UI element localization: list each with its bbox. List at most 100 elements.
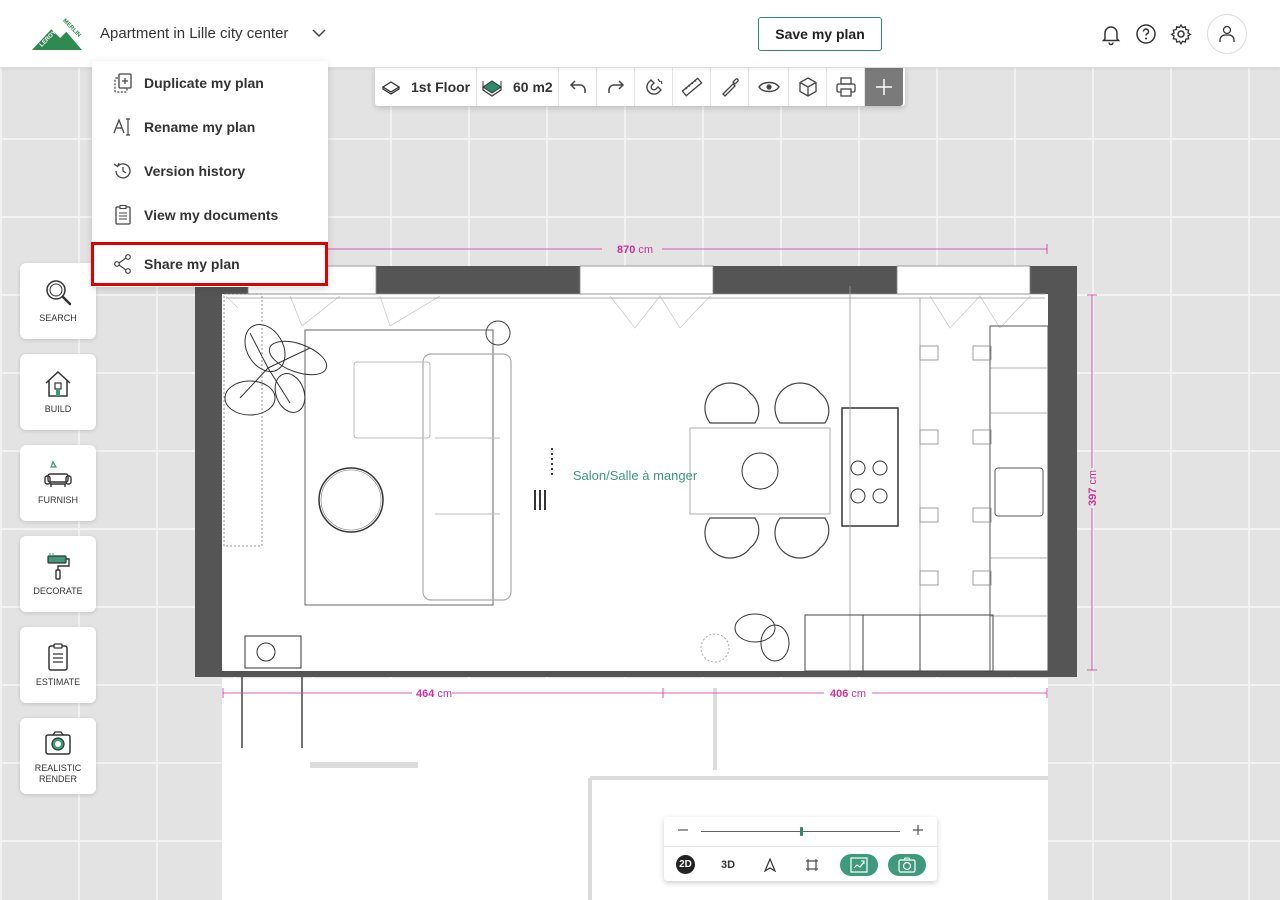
floor-icon	[381, 81, 401, 95]
menu-item-documents[interactable]: View my documents	[92, 193, 328, 237]
bell-icon[interactable]	[1099, 22, 1123, 46]
plan-options-menu: Duplicate my plan Rename my plan Version…	[91, 61, 328, 287]
eyedropper-button[interactable]	[711, 68, 749, 106]
rename-icon	[113, 118, 130, 136]
plus-icon	[876, 79, 892, 95]
clipboard-icon	[48, 643, 68, 671]
sofa-icon	[44, 460, 72, 487]
sidebar-decorate[interactable]: DECORATE	[20, 536, 96, 612]
plan-toolbar: 1st Floor 60 m2	[375, 68, 905, 106]
print-icon	[835, 77, 856, 97]
view-2d-button[interactable]: 2D	[676, 855, 695, 874]
window-3[interactable]	[896, 265, 1031, 295]
undo-button[interactable]	[559, 68, 597, 106]
sidebar-label-line1: REALISTIC	[34, 762, 82, 773]
sidebar-realistic-render[interactable]: REALISTIC RENDER	[20, 718, 96, 794]
sidebar-label: DECORATE	[33, 586, 83, 596]
zoom-in-button[interactable]	[909, 823, 927, 841]
sidebar-label: BUILD	[44, 404, 72, 414]
menu-item-label: Duplicate my plan	[144, 75, 264, 91]
area-icon	[482, 80, 502, 97]
leroy-merlin-logo[interactable]: LEROY MERLIN	[32, 16, 82, 50]
compass-arrow-icon	[763, 858, 777, 872]
dimension-right-value: 397	[1087, 488, 1099, 506]
visibility-button[interactable]	[749, 68, 789, 106]
area-display[interactable]: 60 m2	[477, 68, 559, 106]
magnet-icon	[645, 78, 663, 95]
dimension-bottom-left: 464 cm	[416, 688, 452, 700]
dimension-top-value: 870	[617, 244, 635, 256]
camera-icon	[45, 730, 71, 755]
fit-frame-icon	[806, 859, 818, 871]
ruler-icon	[680, 77, 703, 97]
room-label[interactable]: Salon/Salle à manger	[573, 468, 698, 483]
zoom-slider-thumb[interactable]	[799, 827, 803, 836]
app-header: LEROY MERLIN Apartment in Lille city cen…	[0, 0, 1280, 68]
photo-button[interactable]	[888, 854, 926, 876]
dimension-top: 870 cm	[617, 244, 653, 256]
house-icon	[45, 370, 71, 397]
floor-label: 1st Floor	[411, 79, 471, 95]
dimension-bottom-right-value: 406	[830, 688, 848, 700]
menu-item-share[interactable]: Share my plan	[91, 242, 328, 286]
documents-icon	[115, 204, 131, 225]
menu-item-label: Share my plan	[144, 256, 240, 272]
zoom-slider[interactable]	[701, 827, 900, 836]
menu-item-label: Rename my plan	[144, 119, 256, 135]
sidebar-estimate[interactable]: ESTIMATE	[20, 627, 96, 703]
sidebar-label: SEARCH	[39, 313, 77, 323]
menu-item-version-history[interactable]: Version history	[92, 149, 328, 193]
north-arrow-button[interactable]	[760, 854, 780, 876]
sidebar-label: REALISTIC RENDER	[35, 763, 82, 785]
floor-selector[interactable]: 1st Floor	[375, 68, 477, 106]
history-icon	[113, 162, 131, 179]
sidebar-furnish[interactable]: FURNISH	[20, 445, 96, 521]
zoom-out-button[interactable]	[674, 823, 692, 841]
sidebar-label: ESTIMATE	[35, 677, 81, 687]
menu-item-label: View my documents	[144, 207, 279, 223]
paint-roller-icon	[47, 553, 70, 580]
chevron-down-icon[interactable]	[310, 24, 328, 42]
magnet-button[interactable]	[635, 68, 673, 106]
floor-plan[interactable]: Salon/Salle à manger 870 cm 464 cm 406 c…	[190, 238, 1110, 900]
user-icon	[1219, 25, 1235, 42]
cube-icon	[798, 77, 817, 97]
settings-gear-icon[interactable]	[1169, 22, 1193, 46]
share-icon	[114, 254, 131, 274]
print-button[interactable]	[827, 68, 865, 106]
view-controls-panel: 2D 3D	[664, 817, 937, 881]
camera-icon	[898, 857, 916, 873]
view-3d-button[interactable]: 3D	[718, 854, 738, 876]
plan-title[interactable]: Apartment in Lille city center	[100, 25, 288, 42]
add-button[interactable]	[865, 68, 903, 106]
sidebar-label-line2: RENDER	[38, 773, 77, 784]
dimension-right-unit: cm	[1087, 470, 1099, 485]
ruler-button[interactable]	[673, 68, 711, 106]
dimension-bottom-left-value: 464	[416, 688, 435, 700]
eye-icon	[757, 81, 780, 93]
image-expand-icon	[850, 857, 868, 873]
save-plan-button[interactable]: Save my plan	[758, 17, 882, 51]
screenshot-button[interactable]	[840, 854, 878, 876]
eyedropper-icon	[721, 78, 739, 97]
3d-object-button[interactable]	[789, 68, 827, 106]
menu-item-label: Version history	[144, 163, 246, 179]
dimension-right: 397 cm	[1087, 470, 1099, 506]
menu-item-duplicate[interactable]: Duplicate my plan	[92, 61, 328, 105]
undo-icon	[569, 80, 586, 93]
menu-item-rename[interactable]: Rename my plan	[92, 105, 328, 149]
duplicate-icon	[114, 73, 132, 93]
redo-button[interactable]	[597, 68, 635, 106]
zoom-row	[664, 817, 937, 847]
redo-icon	[607, 80, 624, 93]
window-2[interactable]	[579, 265, 714, 295]
help-icon[interactable]	[1134, 22, 1158, 46]
minus-icon	[678, 829, 688, 831]
dimension-top-unit: cm	[638, 244, 653, 256]
plus-icon	[913, 825, 923, 835]
sidebar-label: FURNISH	[38, 495, 78, 505]
sidebar-search[interactable]: SEARCH	[20, 263, 96, 339]
sidebar-build[interactable]: BUILD	[20, 354, 96, 430]
fit-view-button[interactable]	[802, 854, 822, 876]
user-avatar[interactable]	[1207, 14, 1247, 54]
